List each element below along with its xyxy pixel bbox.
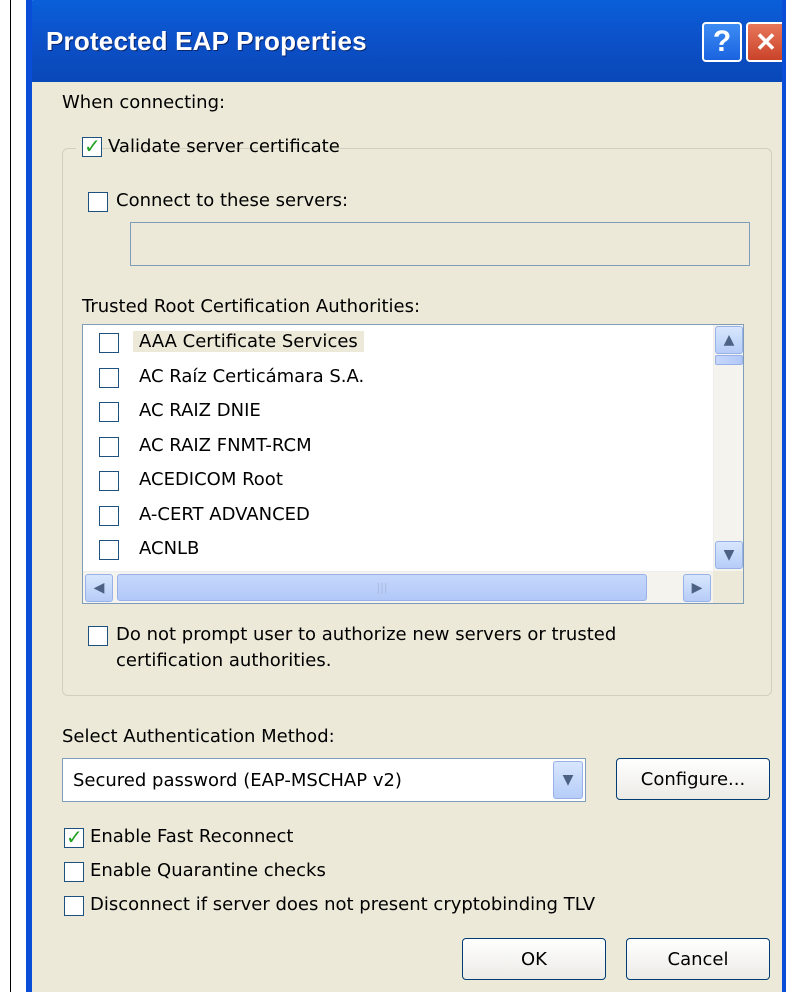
authority-checkbox[interactable]	[99, 436, 119, 457]
fast-reconnect-label: Enable Fast Reconnect	[90, 826, 294, 847]
scroll-left-button[interactable]: ◀	[85, 574, 113, 602]
connect-to-servers-label: Connect to these servers:	[116, 190, 349, 211]
question-icon: ?	[712, 25, 732, 58]
authority-name: AC Raíz Certicámara S.A.	[139, 365, 365, 387]
fast-reconnect-checkbox[interactable]	[64, 825, 84, 849]
chevron-down-icon: ▼	[723, 547, 735, 563]
window-frame-right	[782, 0, 786, 992]
title-bar[interactable]: Protected EAP Properties ? ✕	[26, 0, 786, 82]
authority-checkbox[interactable]	[99, 471, 119, 491]
do-not-prompt-label-line1: Do not prompt user to authorize new serv…	[116, 624, 617, 645]
cryptobinding-label: Disconnect if server does not present cr…	[90, 894, 596, 915]
trusted-root-ca-label: Trusted Root Certification Authorities:	[82, 296, 421, 317]
close-button[interactable]: ✕	[746, 22, 786, 62]
help-button[interactable]: ?	[702, 22, 742, 62]
quarantine-checks-label: Enable Quarantine checks	[90, 860, 326, 881]
dialog-client-area: When connecting: Validate server certifi…	[32, 82, 782, 992]
authority-name: ACNLB	[139, 538, 200, 559]
list-item[interactable]: ACEDICOM Root	[83, 465, 713, 497]
list-item[interactable]: AC RAIZ DNIE	[83, 396, 713, 428]
scroll-right-button[interactable]: ▶	[683, 574, 711, 602]
chevron-up-icon: ▲	[723, 332, 735, 348]
list-item[interactable]: A-CERT ADVANCED	[83, 500, 713, 532]
when-connecting-label: When connecting:	[62, 92, 226, 113]
validate-server-certificate-label: Validate server certificate	[108, 136, 340, 157]
do-not-prompt-label-line2: certification authorities.	[116, 650, 332, 671]
list-item[interactable]: ACNLB	[83, 534, 713, 566]
authority-name: AC RAIZ DNIE	[139, 400, 261, 421]
authority-name: AC RAIZ FNMT-RCM	[139, 434, 312, 456]
auth-method-dropdown-button[interactable]: ▼	[553, 761, 583, 799]
horizontal-scroll-thumb[interactable]: |||	[117, 574, 647, 601]
trusted-root-ca-list[interactable]: AAA Certificate Services AC Raíz Certicám…	[82, 324, 744, 604]
validate-server-certificate-checkbox[interactable]	[82, 134, 102, 158]
configure-button[interactable]: Configure...	[616, 758, 770, 800]
scrollbar-corner	[713, 571, 743, 603]
close-icon: ✕	[755, 26, 777, 57]
authority-checkbox[interactable]	[99, 402, 119, 422]
cancel-button[interactable]: Cancel	[626, 938, 770, 980]
servers-input[interactable]	[130, 222, 750, 266]
connect-to-servers-checkbox[interactable]	[88, 192, 108, 212]
cryptobinding-checkbox[interactable]	[64, 896, 84, 916]
grip-icon: |||	[376, 581, 388, 594]
chevron-right-icon: ▶	[691, 580, 703, 596]
authority-checkbox[interactable]	[99, 540, 119, 560]
authority-checkbox[interactable]	[99, 367, 119, 388]
list-item[interactable]: AC Raíz Certicámara S.A.	[83, 362, 713, 394]
authority-checkbox[interactable]	[99, 333, 119, 353]
dialog-window: Protected EAP Properties ? ✕ When connec…	[26, 0, 786, 992]
page-left-rule	[10, 0, 11, 992]
authority-name: A-CERT ADVANCED	[139, 503, 310, 525]
authority-name: ACEDICOM Root	[139, 469, 283, 490]
chevron-down-icon: ▼	[562, 772, 574, 788]
auth-method-label: Select Authentication Method:	[62, 726, 335, 747]
auth-method-select[interactable]: Secured password (EAP-MSCHAP v2) ▼	[62, 758, 586, 802]
horizontal-scrollbar[interactable]: ◀ ||| ▶	[83, 571, 715, 603]
window-title: Protected EAP Properties	[46, 26, 367, 56]
quarantine-checks-checkbox[interactable]	[64, 862, 84, 882]
authority-checkbox[interactable]	[99, 505, 119, 526]
chevron-left-icon: ◀	[93, 580, 105, 596]
validate-certificate-legend: Validate server certificate	[76, 134, 340, 162]
scroll-down-button[interactable]: ▼	[715, 541, 743, 569]
list-item[interactable]: AAA Certificate Services	[83, 327, 713, 359]
vertical-scrollbar[interactable]: ▲ ▼	[713, 325, 743, 571]
do-not-prompt-checkbox[interactable]	[88, 626, 108, 646]
vertical-scroll-thumb[interactable]	[715, 355, 743, 365]
auth-method-value: Secured password (EAP-MSCHAP v2)	[73, 770, 402, 791]
authority-name: AAA Certificate Services	[133, 331, 364, 352]
list-item[interactable]: AC RAIZ FNMT-RCM	[83, 431, 713, 463]
scroll-up-button[interactable]: ▲	[715, 326, 743, 354]
ok-button[interactable]: OK	[462, 938, 606, 980]
